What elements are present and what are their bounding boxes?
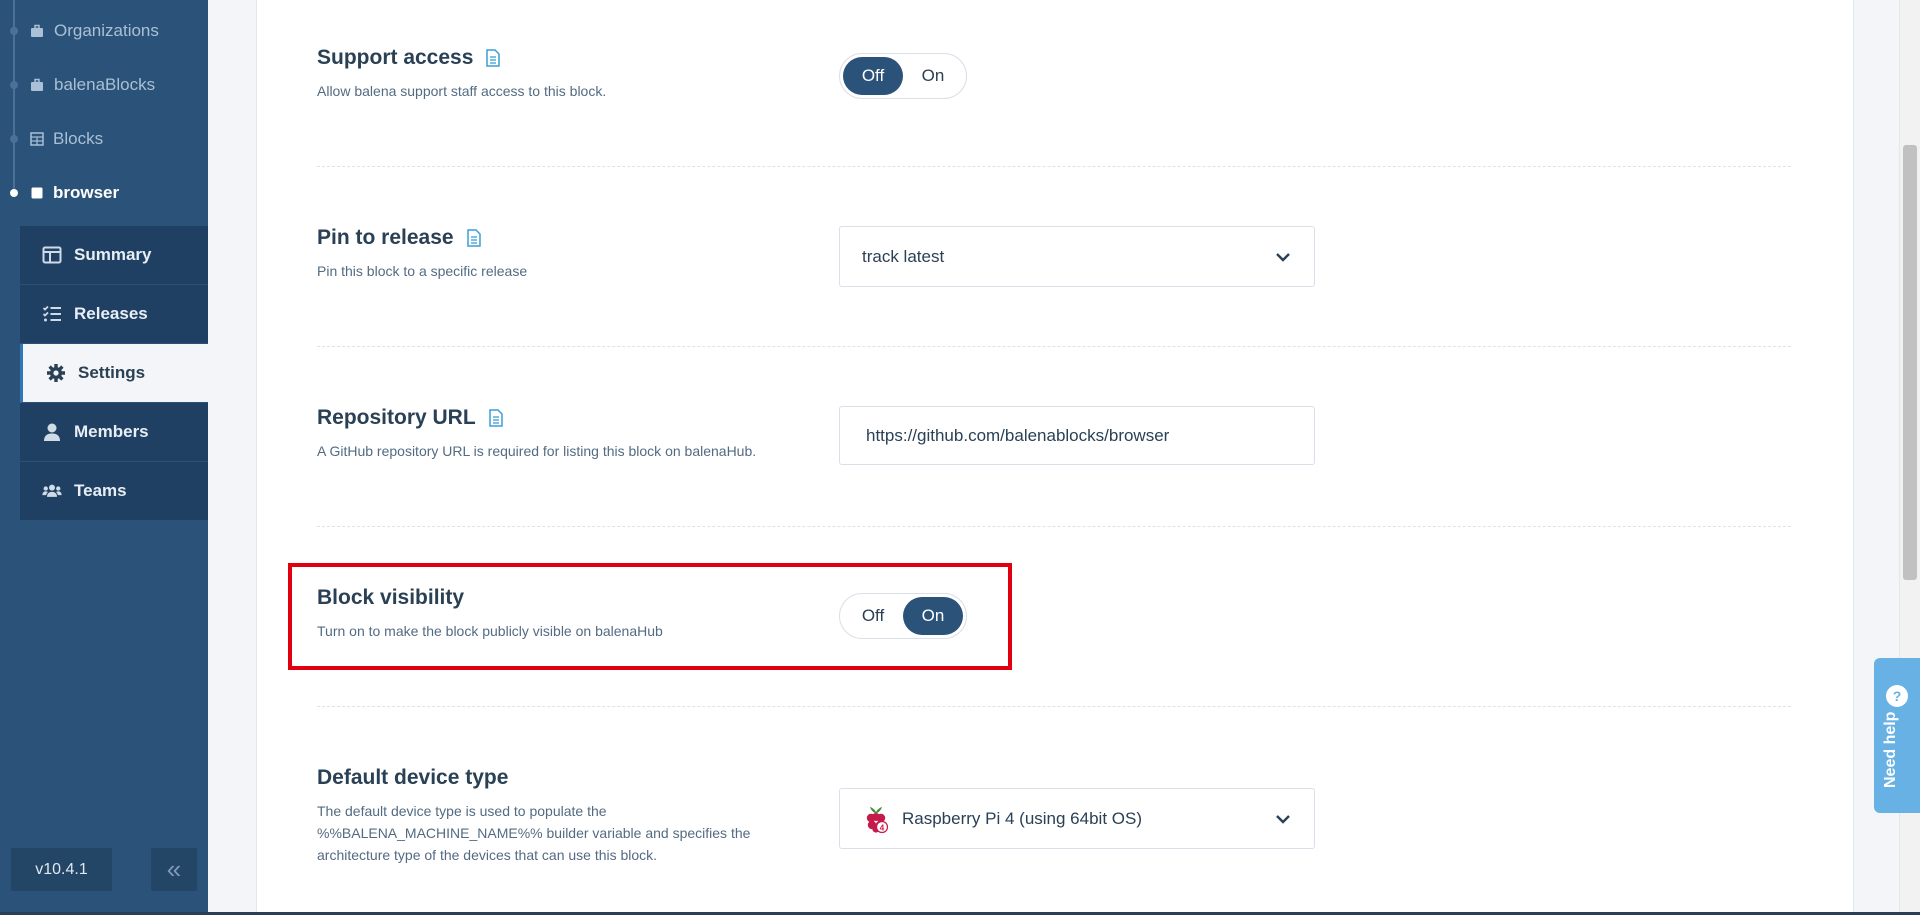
- help-chat-icon: ?: [1886, 685, 1908, 707]
- chevron-down-icon: [1276, 814, 1290, 824]
- support-access-toggle[interactable]: Off On: [839, 53, 967, 99]
- grid-icon: [30, 132, 44, 146]
- summary-icon: [42, 246, 62, 264]
- chevron-down-icon: [1276, 252, 1290, 262]
- divider: [317, 166, 1791, 167]
- select-value: track latest: [862, 246, 945, 266]
- need-help-tab[interactable]: ? Need help: [1874, 658, 1920, 813]
- user-icon: [44, 423, 60, 441]
- scrollbar-thumb[interactable]: [1903, 145, 1917, 580]
- sidebar-item-label: Settings: [78, 363, 146, 382]
- breadcrumb-blocks[interactable]: Blocks: [0, 119, 208, 159]
- setting-title: Support access: [317, 46, 474, 69]
- version-badge: v10.4.1: [11, 848, 112, 891]
- default-device-type-select[interactable]: 4 Raspberry Pi 4 (using 64bit OS): [839, 788, 1315, 849]
- breadcrumb-label: Blocks: [53, 129, 104, 148]
- sidebar-item-label: Releases: [74, 304, 148, 323]
- divider: [317, 526, 1791, 527]
- breadcrumb-dot: [10, 27, 18, 35]
- raspberry-pi-icon: 4: [866, 806, 889, 833]
- select-value: Raspberry Pi 4 (using 64bit OS): [902, 808, 1142, 828]
- setting-title: Repository URL: [317, 406, 476, 429]
- double-chevron-left-icon: «: [166, 854, 182, 884]
- team-icon: [42, 484, 62, 497]
- briefcase-icon: [31, 24, 43, 37]
- breadcrumb-dot: [10, 135, 18, 143]
- setting-description: Allow balena support staff access to thi…: [317, 83, 607, 99]
- sidebar-item-label: Summary: [74, 245, 152, 264]
- divider: [317, 346, 1791, 347]
- setting-description: A GitHub repository URL is required for …: [317, 443, 757, 459]
- gear-icon: [47, 364, 65, 382]
- briefcase-icon: [31, 78, 43, 91]
- breadcrumb-dot: [10, 81, 18, 89]
- breadcrumb-balenablocks[interactable]: balenaBlocks: [0, 65, 208, 105]
- svg-text:4: 4: [880, 823, 885, 832]
- input-value: https://github.com/balenablocks/browser: [866, 425, 1170, 445]
- breadcrumb-dot: [10, 189, 18, 197]
- setting-description: The default device type is used to popul…: [317, 803, 751, 863]
- need-help-label: Need help: [1882, 711, 1899, 788]
- settings-panel: Support access Allow balena support staf…: [256, 0, 1854, 915]
- breadcrumb-organizations[interactable]: Organizations: [0, 11, 208, 51]
- releases-icon: [42, 305, 61, 322]
- breadcrumb-browser[interactable]: browser: [0, 173, 208, 213]
- setting-title: Default device type: [317, 766, 509, 789]
- sidebar-item-releases[interactable]: Releases: [20, 285, 208, 344]
- breadcrumb-label: browser: [53, 183, 120, 202]
- setting-title: Pin to release: [317, 226, 454, 249]
- docs-icon[interactable]: [488, 409, 504, 427]
- collapse-sidebar-button[interactable]: «: [151, 848, 197, 891]
- pin-release-select[interactable]: track latest: [839, 226, 1315, 287]
- breadcrumb-label: balenaBlocks: [54, 75, 156, 94]
- toggle-off-option[interactable]: Off: [843, 57, 903, 95]
- block-icon: [31, 187, 43, 199]
- sidebar-nav: Summary Releases Settings Members Teams: [20, 226, 208, 521]
- sidebar-item-label: Teams: [74, 481, 127, 500]
- breadcrumb-label: Organizations: [54, 21, 159, 40]
- sidebar: Organizations balenaBlocks Blocks browse…: [0, 0, 208, 915]
- highlight-box: [288, 563, 1012, 670]
- divider: [317, 706, 1791, 707]
- svg-text:?: ?: [1893, 688, 1902, 704]
- sidebar-item-teams[interactable]: Teams: [20, 462, 208, 521]
- sidebar-item-settings[interactable]: Settings: [20, 344, 208, 403]
- sidebar-item-label: Members: [74, 422, 149, 441]
- toggle-on-option[interactable]: On: [903, 57, 963, 95]
- repository-url-input[interactable]: https://github.com/balenablocks/browser: [839, 406, 1315, 465]
- setting-description: Pin this block to a specific release: [317, 263, 528, 279]
- docs-icon[interactable]: [485, 49, 501, 67]
- setting-support-access: Support access Allow balena support staf…: [317, 46, 1791, 102]
- sidebar-item-summary[interactable]: Summary: [20, 226, 208, 285]
- sidebar-item-members[interactable]: Members: [20, 403, 208, 462]
- docs-icon[interactable]: [466, 229, 482, 247]
